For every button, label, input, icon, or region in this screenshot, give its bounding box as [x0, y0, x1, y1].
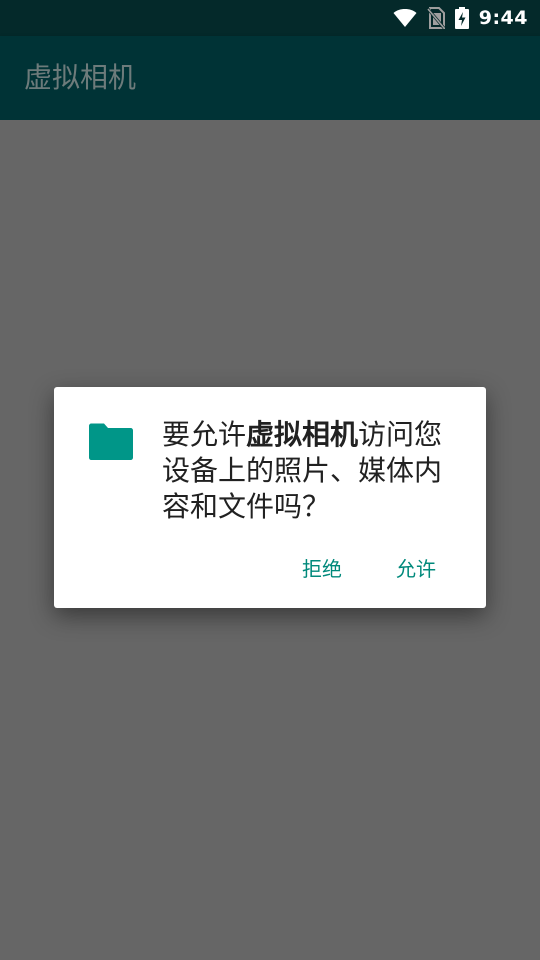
app-title: 虚拟相机 — [24, 61, 137, 94]
dialog-actions: 拒绝 允许 — [294, 547, 486, 587]
allow-button[interactable]: 允许 — [388, 553, 444, 582]
app-bar: 虚拟相机 — [0, 36, 540, 120]
message-prefix: 要允许 — [162, 418, 247, 451]
dialog-message: 要允许虚拟相机访问您设备上的照片、媒体内容和文件吗？ — [162, 417, 468, 525]
permission-dialog: 要允许虚拟相机访问您设备上的照片、媒体内容和文件吗？ 拒绝 允许 — [54, 387, 486, 608]
message-app-name: 虚拟相机 — [246, 418, 359, 451]
deny-button[interactable]: 拒绝 — [294, 553, 350, 582]
screen: 9:44 虚拟相机 要允许虚拟相机访问您设备上的照片、媒体内容和文件吗？ 拒绝 … — [0, 0, 540, 960]
folder-icon — [87, 422, 135, 462]
status-bar: 9:44 — [0, 0, 540, 36]
wifi-icon — [393, 8, 417, 28]
no-sim-icon — [426, 7, 445, 29]
status-time: 9:44 — [478, 7, 528, 29]
battery-charging-icon — [454, 7, 469, 29]
